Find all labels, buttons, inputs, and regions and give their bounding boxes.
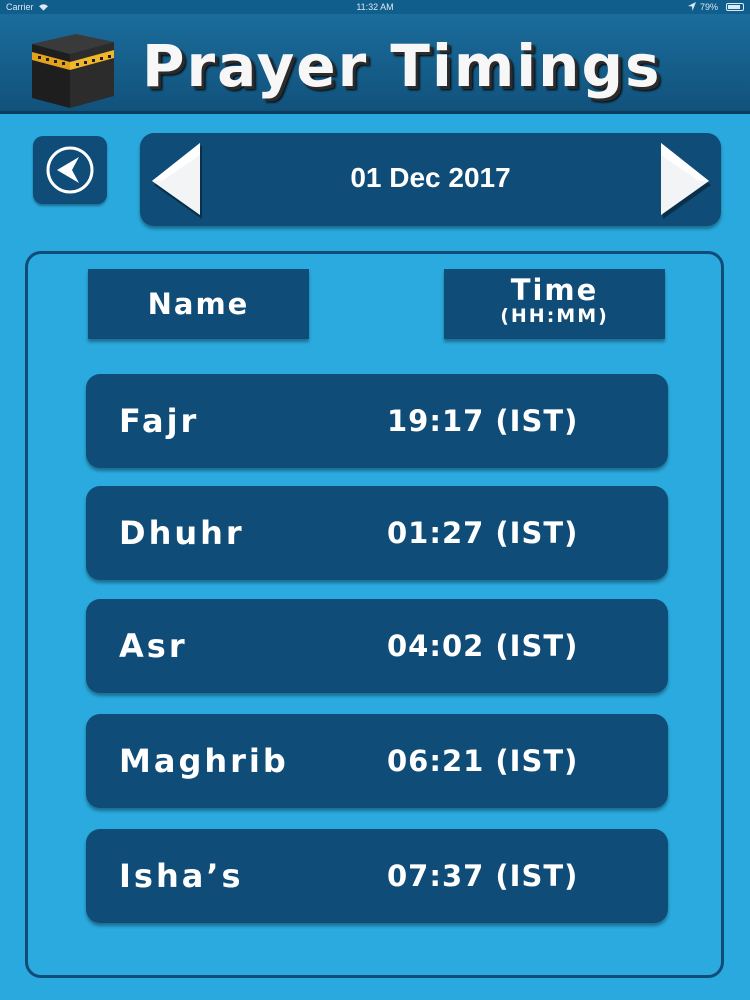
status-bar: Carrier 11:32 AM 79%	[0, 0, 750, 14]
prayer-row-isha: Isha’s 07:37 (IST)	[86, 829, 668, 923]
prayer-time: 06:21 (IST)	[387, 744, 579, 778]
status-time: 11:32 AM	[356, 2, 394, 12]
location-arrow-icon	[688, 2, 696, 11]
prayer-times-panel: Name Time (HH:MM) Fajr 19:17 (IST) Dhuhr…	[25, 251, 724, 978]
date-navigation-bar: 01 Dec 2017	[140, 133, 721, 226]
time-column-header: Time (HH:MM)	[444, 269, 665, 339]
previous-date-arrow-icon[interactable]	[148, 141, 204, 221]
kaaba-icon	[32, 34, 114, 108]
prayer-name: Maghrib	[119, 742, 289, 780]
prayer-time: 01:27 (IST)	[387, 516, 579, 550]
current-date: 01 Dec 2017	[350, 162, 511, 193]
time-format-label: (HH:MM)	[500, 305, 609, 327]
battery-percentage: 79%	[700, 2, 719, 12]
name-column-label: Name	[147, 287, 250, 321]
prayer-time: 19:17 (IST)	[387, 404, 579, 438]
prayer-time: 04:02 (IST)	[387, 629, 579, 663]
prayer-name: Fajr	[119, 402, 200, 440]
battery-icon	[726, 3, 744, 11]
prayer-time: 07:37 (IST)	[387, 859, 579, 893]
name-column-header: Name	[88, 269, 309, 339]
next-date-arrow-icon[interactable]	[657, 141, 713, 221]
app-header: Prayer Timings	[0, 14, 750, 114]
prayer-name: Asr	[119, 627, 188, 665]
prayer-row-asr: Asr 04:02 (IST)	[86, 599, 668, 693]
back-button[interactable]	[33, 136, 107, 204]
time-column-label: Time	[510, 273, 599, 307]
prayer-row-dhuhr: Dhuhr 01:27 (IST)	[86, 486, 668, 580]
prayer-name: Isha’s	[119, 857, 244, 895]
prayer-row-fajr: Fajr 19:17 (IST)	[86, 374, 668, 468]
back-arrow-icon	[46, 146, 94, 194]
prayer-row-maghrib: Maghrib 06:21 (IST)	[86, 714, 668, 808]
prayer-name: Dhuhr	[119, 514, 245, 552]
app-title: Prayer Timings	[142, 32, 662, 100]
